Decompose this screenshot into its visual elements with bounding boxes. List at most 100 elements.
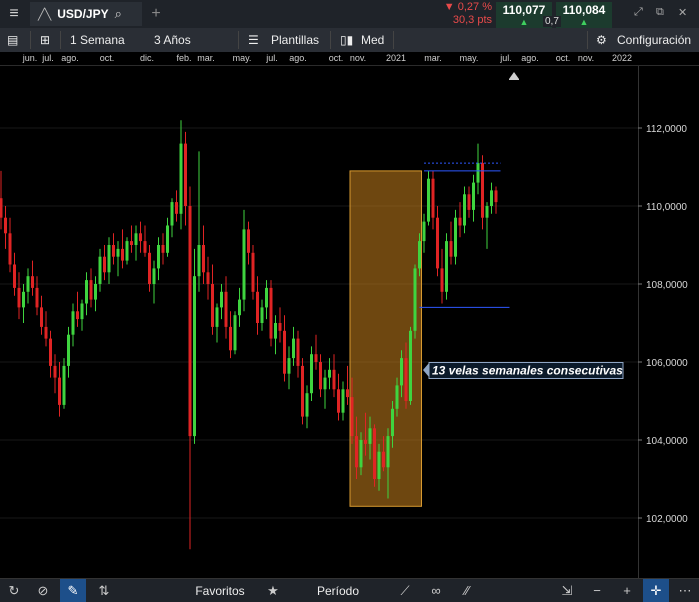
zoom-out-icon[interactable]: −	[585, 579, 609, 602]
candle	[458, 202, 462, 238]
candle-body	[49, 338, 52, 366]
fibonacci-icon[interactable]: ∞	[424, 579, 448, 602]
more-icon[interactable]: ⋯	[673, 579, 697, 602]
candle	[211, 264, 214, 335]
candle	[139, 221, 142, 253]
candle-body	[292, 338, 295, 359]
candle-body	[26, 276, 30, 292]
pencil-icon[interactable]: ✎	[60, 579, 86, 602]
zoom-in-icon[interactable]: +	[615, 579, 639, 602]
time-label: oct.	[555, 53, 571, 63]
time-label: jul.	[266, 53, 278, 63]
interval-dropdown[interactable]: 1 Semana	[70, 28, 125, 52]
templates-button[interactable]: Plantillas	[271, 28, 319, 52]
candle	[274, 315, 277, 355]
candles-icon[interactable]: ▯▮	[340, 28, 353, 52]
candle-body	[53, 365, 57, 378]
candle-body	[256, 291, 259, 323]
hamburger-menu-icon[interactable]: ≡	[0, 0, 28, 28]
candle	[427, 170, 430, 226]
candle-body	[80, 303, 84, 320]
chart-toolbar: ▤ ⊞ 1 Semana 3 Años ☰ Plantillas ▯▮ Med …	[0, 28, 699, 53]
layout-grid-icon[interactable]: ⊞	[40, 28, 50, 52]
candle	[440, 248, 444, 304]
indicator-icon[interactable]: ⁄⁄	[455, 579, 479, 602]
candle-body	[350, 397, 354, 437]
candle	[319, 354, 322, 398]
candle-body	[287, 358, 291, 374]
time-label: feb.	[176, 53, 192, 63]
candle	[193, 248, 196, 444]
candle	[283, 315, 286, 382]
price-chart[interactable]: 112,0000 110,0000 108,0000 106,0000 104,0000…	[0, 66, 699, 578]
buy-button[interactable]: 110,084 ▲	[556, 2, 612, 28]
candle	[202, 225, 205, 284]
candle-body	[148, 252, 151, 284]
candle	[296, 330, 300, 378]
settings-button[interactable]: Configuración	[617, 28, 691, 52]
favorites-button[interactable]: Favoritos	[190, 579, 250, 602]
candle-body	[341, 389, 345, 413]
time-label: mar.	[424, 53, 442, 63]
candle	[215, 303, 219, 343]
candle-body	[125, 241, 129, 261]
candle-body	[62, 365, 66, 405]
templates-icon[interactable]: ☰	[248, 28, 259, 52]
candle	[206, 256, 210, 300]
candle-body	[278, 323, 282, 331]
close-icon[interactable]: ✕	[678, 6, 687, 19]
candle	[170, 198, 174, 238]
popout-icon[interactable]: ⧉	[656, 6, 664, 19]
minimize-icon[interactable]: ⤢	[634, 6, 643, 19]
candle-body	[310, 354, 313, 394]
candle-body	[193, 276, 196, 437]
candle-body	[413, 268, 417, 331]
no-symbol-icon[interactable]: ⊘	[32, 579, 54, 602]
candle	[179, 120, 183, 230]
candle	[71, 303, 75, 347]
candle-body	[323, 377, 327, 390]
candle	[175, 190, 178, 222]
search-icon[interactable]: ⌕	[115, 6, 122, 22]
gear-icon[interactable]: ⚙	[596, 28, 607, 52]
range-dropdown[interactable]: 3 Años	[154, 28, 191, 52]
candle-body	[31, 276, 34, 288]
candle	[31, 260, 34, 296]
sort-arrows-icon[interactable]: ⇅	[92, 579, 116, 602]
candle	[260, 299, 264, 331]
candle	[184, 131, 187, 226]
refresh-icon[interactable]: ↻	[3, 579, 25, 602]
candle	[22, 284, 25, 323]
time-axis: jun. jul. ago. oct. dic. feb. mar. may. …	[0, 52, 699, 66]
candle-body	[215, 307, 219, 327]
separator	[30, 31, 31, 49]
change-percent: ▼ 0,27 %	[443, 1, 492, 13]
panel-icon[interactable]: ▤	[7, 28, 18, 52]
cursor-cross-icon[interactable]: ✛	[643, 579, 669, 602]
scroll-marker-icon[interactable]	[509, 72, 519, 80]
candle-body	[332, 369, 336, 390]
candle-body	[202, 245, 205, 273]
candle	[98, 248, 102, 292]
candle-body	[35, 287, 39, 308]
candle	[463, 186, 466, 234]
candle-body	[238, 299, 241, 316]
add-tab-icon[interactable]: +	[146, 2, 166, 26]
period-button[interactable]: Período	[308, 579, 368, 602]
sell-price: 110,077	[502, 3, 546, 17]
star-icon[interactable]: ★	[262, 579, 284, 602]
candle	[67, 326, 70, 378]
crosshair-icon[interactable]: ⇲	[555, 579, 579, 602]
annotation[interactable]: 13 velas semanales consecutivas	[423, 362, 624, 379]
time-label: nov.	[577, 53, 595, 63]
trend-line-icon[interactable]: ⟋	[392, 579, 418, 602]
candle	[197, 151, 201, 292]
candle-body	[0, 198, 3, 218]
candle	[242, 209, 246, 312]
candle	[116, 241, 120, 277]
price-type-dropdown[interactable]: Med	[361, 28, 384, 52]
candle	[76, 291, 79, 327]
candle-body	[427, 178, 430, 222]
instrument-tab[interactable]: ╱╲ USD/JPY ⌕	[30, 2, 142, 26]
candle	[494, 186, 498, 214]
